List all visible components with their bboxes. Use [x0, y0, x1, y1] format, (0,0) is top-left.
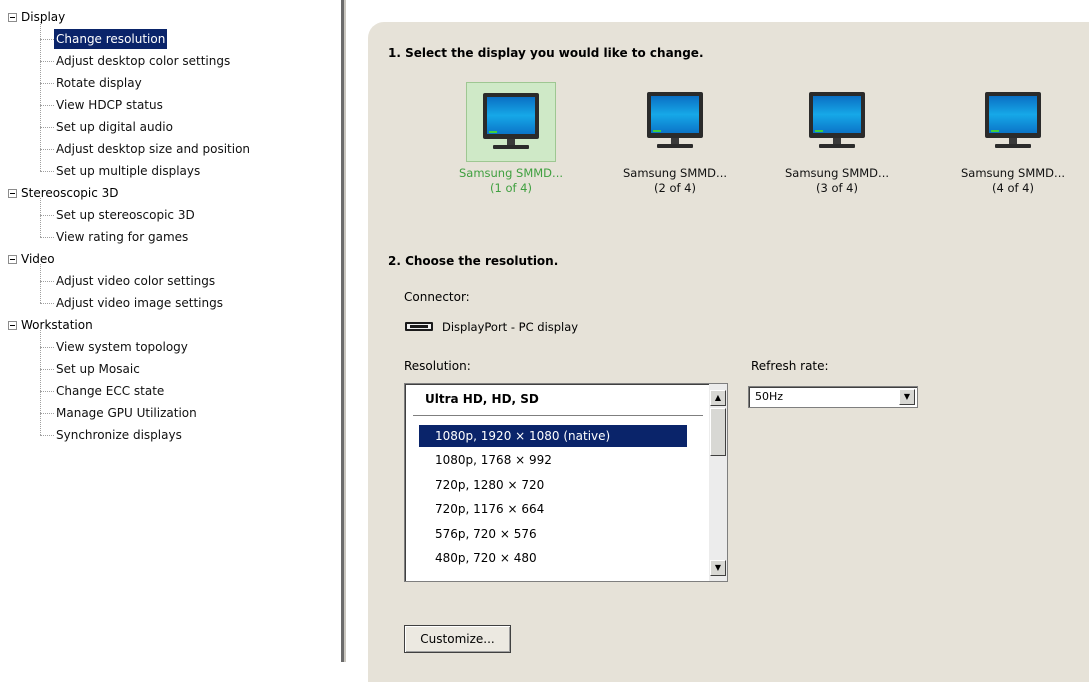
nav-item[interactable]: Rotate display [54, 73, 144, 93]
display-tile[interactable] [792, 82, 882, 162]
nav-item[interactable]: Change resolution [54, 29, 168, 49]
refresh-rate-label: Refresh rate: [751, 359, 829, 373]
chevron-down-icon[interactable]: ▼ [899, 389, 915, 405]
display-option-4[interactable]: Samsung SMMD... (4 of 4) [948, 82, 1078, 196]
tree-connector [40, 369, 54, 370]
divider [413, 415, 703, 416]
display-option-2[interactable]: Samsung SMMD... (2 of 4) [610, 82, 740, 196]
nav-group-label: Workstation [21, 318, 93, 332]
monitor-icon [647, 92, 703, 148]
navigation-tree: Display Change resolution Adjust desktop c… [0, 0, 338, 662]
display-name: Samsung SMMD... [622, 166, 728, 180]
monitor-icon [809, 92, 865, 148]
nav-item[interactable]: Adjust video image settings [54, 293, 225, 313]
nav-group-label: Stereoscopic 3D [21, 186, 119, 200]
nav-item[interactable]: Adjust video color settings [54, 271, 217, 291]
refresh-rate-select[interactable]: 50Hz ▼ [748, 386, 918, 408]
tree-connector [40, 198, 41, 237]
collapse-icon[interactable] [8, 320, 17, 330]
scroll-up-arrow-icon[interactable]: ▲ [710, 390, 726, 406]
step1-title: 1. Select the display you would like to … [388, 46, 704, 60]
display-option-3[interactable]: Samsung SMMD... (3 of 4) [772, 82, 902, 196]
tree-connector [40, 391, 54, 392]
display-name: Samsung SMMD... [458, 166, 564, 180]
resolution-label: Resolution: [404, 359, 471, 373]
step2-title: 2. Choose the resolution. [388, 254, 559, 268]
collapse-icon[interactable] [8, 254, 17, 264]
tree-connector [40, 237, 54, 238]
nav-item[interactable]: Manage GPU Utilization [54, 403, 199, 423]
resolution-group-header: Ultra HD, HD, SD [425, 392, 539, 406]
tree-connector [40, 281, 54, 282]
tree-connector [40, 303, 54, 304]
tree-connector [40, 264, 41, 303]
tree-connector [40, 39, 54, 40]
tree-connector [40, 347, 54, 348]
collapse-icon[interactable] [8, 12, 17, 22]
display-tile[interactable] [630, 82, 720, 162]
customize-button[interactable]: Customize... [404, 625, 511, 653]
tree-connector [40, 171, 54, 172]
monitor-icon [483, 93, 539, 149]
nav-item[interactable]: Change ECC state [54, 381, 166, 401]
panel-splitter[interactable] [341, 0, 346, 662]
nav-group-2[interactable]: Video [8, 248, 55, 270]
nav-item[interactable]: Set up multiple displays [54, 161, 202, 181]
resolution-option[interactable]: 1080p, 1768 × 992 [419, 449, 687, 471]
nav-group-label: Display [21, 10, 66, 24]
tree-connector [40, 127, 54, 128]
nav-item[interactable]: Set up Mosaic [54, 359, 142, 379]
collapse-icon[interactable] [8, 188, 17, 198]
resolution-option[interactable]: 720p, 1176 × 664 [419, 498, 687, 520]
display-index: (2 of 4) [653, 181, 696, 195]
display-index: (1 of 4) [489, 181, 532, 195]
display-tile[interactable] [968, 82, 1058, 162]
resolution-listbox[interactable]: Ultra HD, HD, SD 1080p, 1920 × 1080 (nat… [404, 383, 728, 582]
nav-item[interactable]: Adjust desktop color settings [54, 51, 232, 71]
resolution-option[interactable]: 576p, 720 × 576 [419, 523, 687, 545]
nav-item[interactable]: Synchronize displays [54, 425, 184, 445]
nav-item[interactable]: View rating for games [54, 227, 190, 247]
display-option-1[interactable]: Samsung SMMD... (1 of 4) [446, 82, 576, 196]
resolution-option[interactable]: 720p, 1280 × 720 [419, 474, 687, 496]
resolution-option[interactable]: 1080p, 1920 × 1080 (native) [419, 425, 687, 447]
connector-value: DisplayPort - PC display [442, 320, 579, 334]
display-index: (4 of 4) [991, 181, 1034, 195]
display-name: Samsung SMMD... [784, 166, 890, 180]
scroll-thumb[interactable] [710, 408, 726, 456]
nav-item[interactable]: Adjust desktop size and position [54, 139, 252, 159]
refresh-rate-value: 50Hz [755, 390, 784, 403]
nav-group-3[interactable]: Workstation [8, 314, 93, 336]
nav-item[interactable]: Set up stereoscopic 3D [54, 205, 197, 225]
display-name: Samsung SMMD... [960, 166, 1066, 180]
nav-group-0[interactable]: Display [8, 6, 65, 28]
nav-item[interactable]: Set up digital audio [54, 117, 175, 137]
nav-group-1[interactable]: Stereoscopic 3D [8, 182, 119, 204]
tree-connector [40, 22, 41, 171]
nav-item[interactable]: View system topology [54, 337, 190, 357]
tree-connector [40, 83, 54, 84]
tree-connector [40, 413, 54, 414]
resolution-scrollbar[interactable]: ▲ ▼ [709, 384, 727, 581]
tree-connector [40, 215, 54, 216]
monitor-icon [985, 92, 1041, 148]
tree-connector [40, 105, 54, 106]
display-index: (3 of 4) [815, 181, 858, 195]
connector-label: Connector: [404, 290, 470, 304]
display-tile[interactable] [466, 82, 556, 162]
tree-connector [40, 61, 54, 62]
tree-connector [40, 435, 54, 436]
tree-connector [40, 330, 41, 435]
resolution-option[interactable]: 480p, 720 × 480 [419, 547, 687, 569]
nav-item[interactable]: View HDCP status [54, 95, 165, 115]
tree-connector [40, 149, 54, 150]
displayport-icon [405, 322, 433, 331]
scroll-down-arrow-icon[interactable]: ▼ [710, 560, 726, 576]
nav-group-label: Video [21, 252, 55, 266]
